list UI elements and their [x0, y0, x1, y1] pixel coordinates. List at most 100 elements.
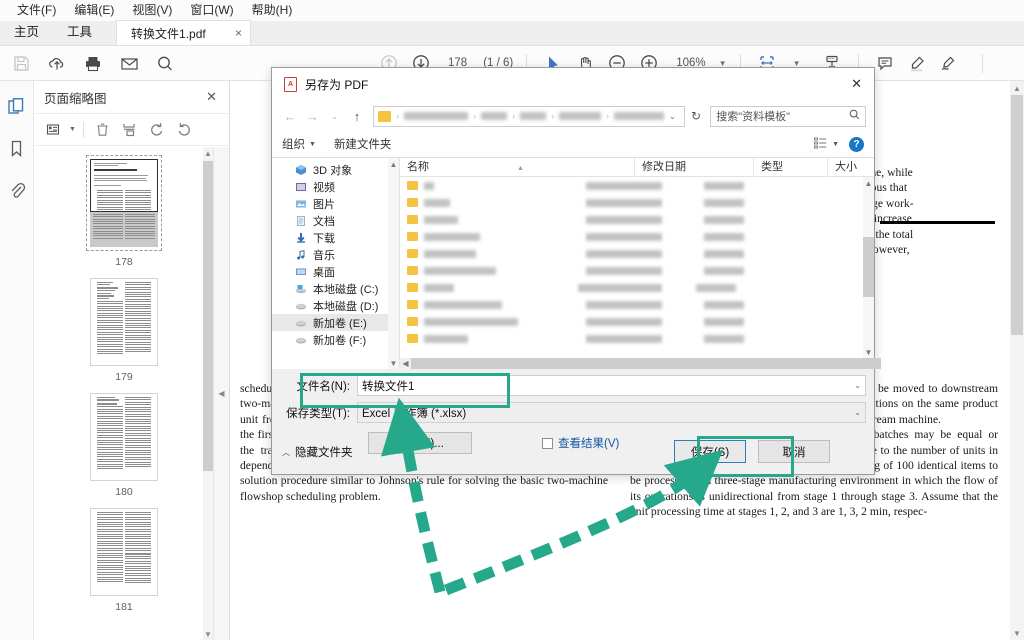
list-view-chevron-icon[interactable]: ▼	[69, 126, 76, 133]
file-list-horizontal-scrollbar[interactable]: ◀ ▶	[400, 358, 881, 369]
hide-folders-toggle[interactable]: ︿ 隐藏文件夹	[282, 444, 353, 460]
nav-item-local-disk-c[interactable]: 本地磁盘 (C:)	[272, 280, 399, 297]
menu-view[interactable]: 视图(V)	[123, 0, 181, 21]
search-icon[interactable]	[849, 109, 860, 123]
table-row[interactable]	[400, 228, 863, 245]
collapse-panel-button[interactable]: ◀	[213, 147, 229, 640]
search-input[interactable]: 搜索"资料模板"	[710, 105, 867, 127]
list-item[interactable]: 181	[90, 508, 158, 613]
page-scrollbar[interactable]: ▲ ▼	[1010, 81, 1024, 640]
tab-home[interactable]: 主页	[0, 20, 53, 45]
scroll-up-icon[interactable]: ▲	[203, 147, 213, 159]
table-row[interactable]	[400, 245, 863, 262]
upload-cloud-icon[interactable]	[44, 50, 70, 76]
menu-edit[interactable]: 编辑(E)	[65, 0, 123, 21]
table-row[interactable]	[400, 262, 863, 279]
table-row[interactable]	[400, 313, 863, 330]
help-button[interactable]: ?	[849, 136, 864, 152]
scrollbar-thumb[interactable]	[863, 237, 874, 297]
table-row[interactable]	[400, 296, 863, 313]
nav-item-documents[interactable]: 文档	[272, 212, 399, 229]
scrollbar-thumb[interactable]	[203, 161, 213, 471]
scroll-down-icon[interactable]: ▼	[388, 357, 399, 369]
savetype-select[interactable]: Excel 工作簿 (*.xlsx) ⌄	[357, 402, 866, 423]
table-row[interactable]	[400, 177, 863, 194]
navigation-pane[interactable]: 3D 对象 视频 图片 文档 下载 音乐 桌面 本地磁盘 (C:) 本地磁盘 (…	[272, 158, 400, 369]
search-icon[interactable]	[152, 50, 178, 76]
scroll-up-icon[interactable]: ▲	[863, 177, 874, 189]
breadcrumb-segment-redacted[interactable]	[520, 112, 547, 120]
extract-pages-icon[interactable]	[118, 118, 142, 142]
save-icon[interactable]	[8, 50, 34, 76]
file-list-scrollbar[interactable]: ▲ ▼	[863, 177, 874, 358]
page-thumbnails-icon[interactable]	[4, 93, 30, 119]
nav-item-pictures[interactable]: 图片	[272, 195, 399, 212]
menu-window[interactable]: 窗口(W)	[181, 0, 242, 21]
chevron-down-icon[interactable]: ⌄	[669, 112, 680, 121]
filename-input[interactable]: 转换文件1 ⌄	[357, 375, 866, 396]
organize-menu[interactable]: 组织 ▼	[282, 136, 316, 152]
scroll-down-icon[interactable]: ▼	[863, 346, 874, 358]
scroll-up-icon[interactable]: ▲	[1010, 81, 1024, 95]
column-header-size[interactable]: 大小	[827, 157, 874, 177]
menu-file[interactable]: 文件(F)	[8, 0, 65, 21]
tab-document[interactable]: 转换文件1.pdf ×	[116, 20, 252, 45]
view-layout-button[interactable]: ▼	[814, 137, 839, 152]
list-item[interactable]: 179	[90, 278, 158, 383]
file-list-rows[interactable]	[400, 177, 863, 358]
chevron-down-icon[interactable]: ⌄	[854, 408, 861, 417]
page-thumbnail-180[interactable]	[90, 393, 158, 481]
nav-item-new-volume-e[interactable]: 新加卷 (E:)	[272, 314, 399, 331]
comment-icon[interactable]	[872, 50, 898, 76]
rotate-cw-icon[interactable]	[172, 118, 196, 142]
email-icon[interactable]	[116, 50, 142, 76]
scrollbar-thumb-horizontal[interactable]	[411, 358, 881, 369]
nav-item-music[interactable]: 音乐	[272, 246, 399, 263]
rotate-ccw-icon[interactable]	[145, 118, 169, 142]
table-row[interactable]	[400, 211, 863, 228]
bookmark-icon[interactable]	[4, 135, 30, 161]
tab-tools[interactable]: 工具	[53, 20, 106, 45]
scroll-left-icon[interactable]: ◀	[400, 358, 411, 369]
up-icon[interactable]: ↑	[347, 105, 367, 127]
cancel-button[interactable]: 取消	[758, 440, 830, 463]
breadcrumb-segment-redacted[interactable]	[481, 112, 508, 120]
breadcrumb-segment-redacted[interactable]	[614, 112, 665, 120]
scroll-up-icon[interactable]: ▲	[388, 158, 399, 170]
highlighter-icon[interactable]	[904, 50, 930, 76]
signature-icon[interactable]	[936, 50, 962, 76]
save-button[interactable]: 保存(S)	[674, 440, 746, 463]
menu-help[interactable]: 帮助(H)	[243, 0, 302, 21]
close-icon[interactable]: ✕	[851, 76, 862, 92]
nav-item-downloads[interactable]: 下载	[272, 229, 399, 246]
attachment-icon[interactable]	[4, 177, 30, 203]
recent-locations-icon[interactable]: ⌄	[325, 105, 345, 127]
nav-item-new-volume-f[interactable]: 新加卷 (F:)	[272, 331, 399, 348]
list-item[interactable]: 180	[90, 393, 158, 498]
column-header-type[interactable]: 类型	[753, 157, 827, 177]
nav-item-3d-objects[interactable]: 3D 对象	[272, 161, 399, 178]
back-icon[interactable]: ←	[280, 105, 300, 127]
close-icon[interactable]: ✕	[206, 89, 217, 105]
print-icon[interactable]	[80, 50, 106, 76]
list-item[interactable]: 178	[86, 155, 162, 268]
breadcrumb[interactable]: › › › › › ⌄	[373, 105, 685, 127]
thumbnail-scroll-area[interactable]: 178 179 180 181	[34, 147, 214, 640]
table-row[interactable]	[400, 330, 863, 347]
column-header-name[interactable]: 名称 ▲	[400, 158, 634, 177]
page-thumbnail-179[interactable]	[90, 278, 158, 366]
page-thumbnail-178[interactable]	[86, 155, 162, 251]
new-folder-button[interactable]: 新建文件夹	[334, 136, 392, 152]
forward-icon[interactable]: →	[302, 105, 322, 127]
refresh-icon[interactable]: ↻	[687, 106, 705, 127]
nav-item-desktop[interactable]: 桌面	[272, 263, 399, 280]
navpane-scrollbar[interactable]: ▲ ▼	[388, 158, 399, 369]
thumbnail-scrollbar[interactable]: ▲ ▼	[203, 147, 213, 640]
table-row[interactable]	[400, 194, 863, 211]
scroll-down-icon[interactable]: ▼	[1010, 626, 1024, 640]
page-thumbnail-181[interactable]	[90, 508, 158, 596]
scrollbar-thumb[interactable]	[1011, 95, 1023, 335]
breadcrumb-segment-redacted[interactable]	[559, 112, 602, 120]
chevron-down-icon[interactable]: ⌄	[854, 381, 861, 390]
column-header-date[interactable]: 修改日期	[634, 157, 753, 177]
